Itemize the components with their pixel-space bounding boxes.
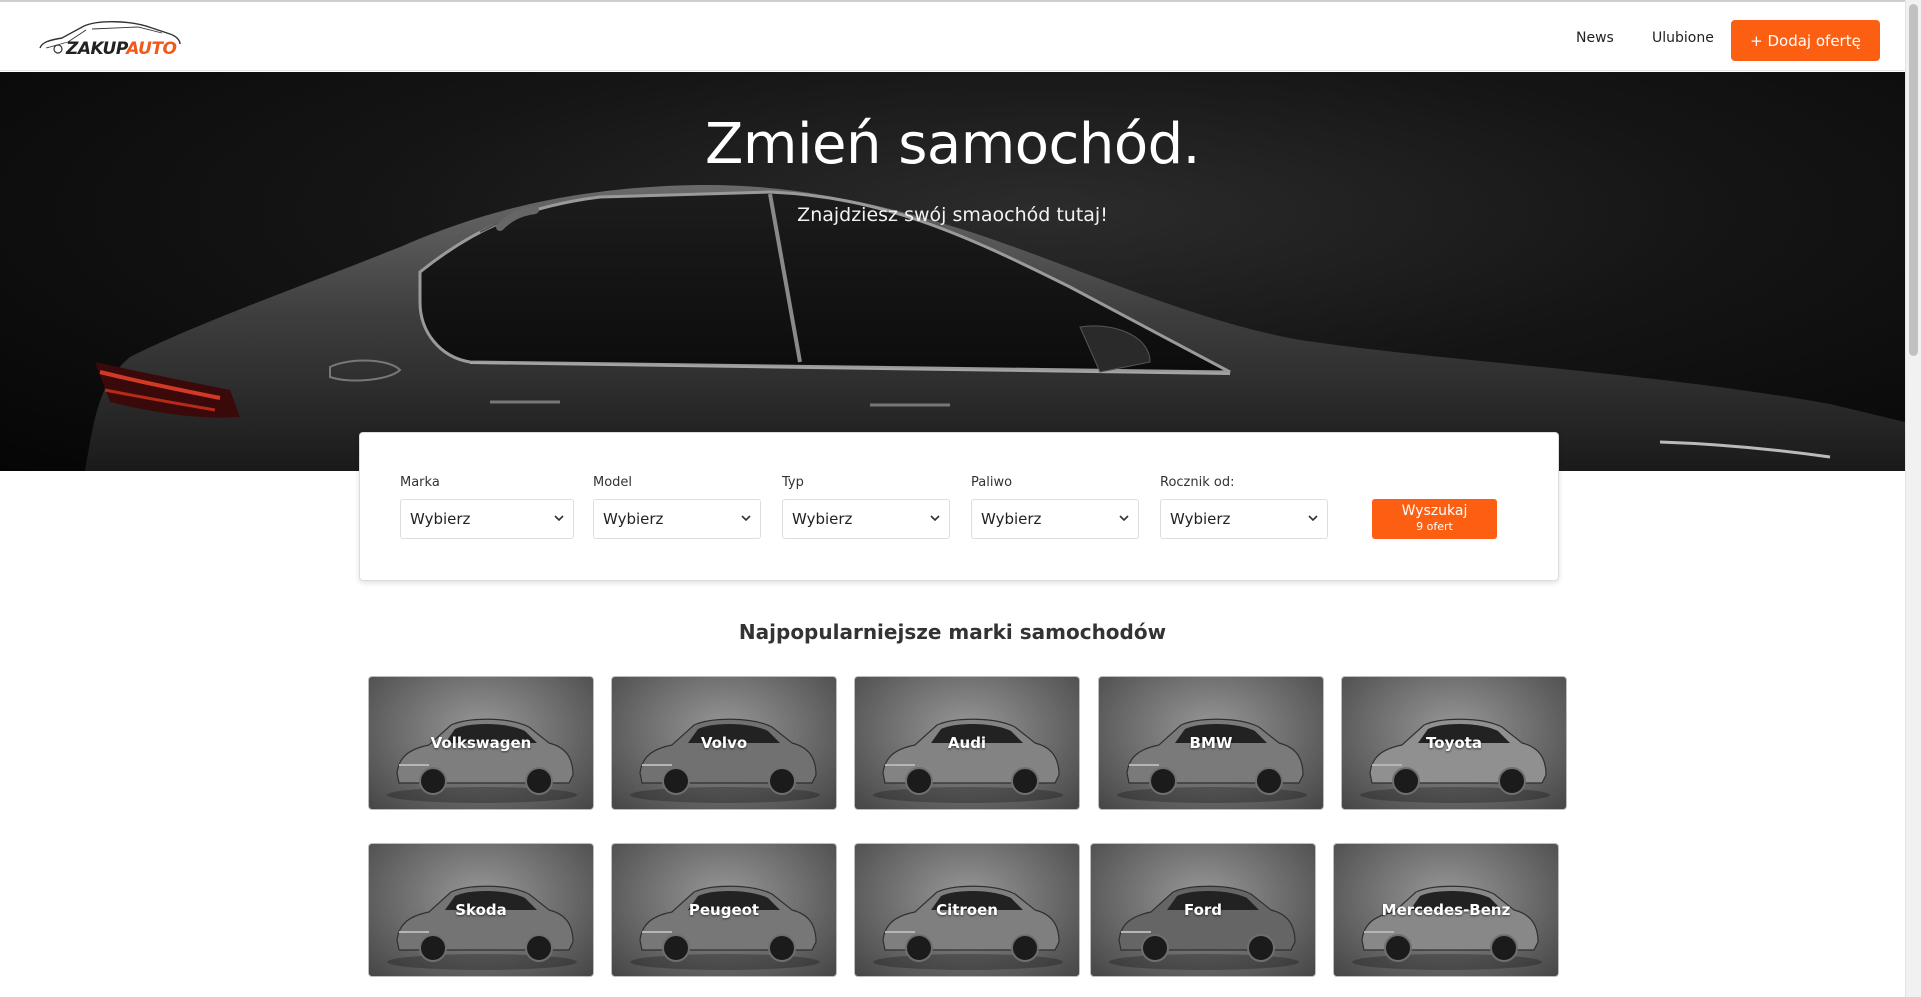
paliwo-select[interactable]: Wybierz: [971, 499, 1139, 539]
search-button[interactable]: Wyszukaj 9 ofert: [1372, 499, 1497, 539]
logo-text: ZAKUPAUTO: [66, 39, 177, 59]
add-offer-button[interactable]: + Dodaj ofertę: [1731, 20, 1880, 61]
brand-tile-mercedes-benz[interactable]: Mercedes-Benz: [1333, 843, 1559, 977]
brand-tile-skoda[interactable]: Skoda: [368, 843, 594, 977]
scrollbar-thumb[interactable]: [1909, 4, 1918, 356]
page-scrollbar[interactable]: [1905, 0, 1921, 997]
brand-tile-label: Volvo: [700, 734, 748, 752]
rocznik-select[interactable]: Wybierz: [1160, 499, 1328, 539]
site-logo[interactable]: ZAKUPAUTO: [38, 16, 188, 60]
hero-subtitle: Znajdziesz swój smaochód tutaj!: [797, 204, 1108, 226]
chevron-down-icon: [741, 515, 751, 522]
brand-tile-ford[interactable]: Ford: [1090, 843, 1316, 977]
rocznik-label: Rocznik od:: [1160, 475, 1235, 490]
hero-title: Zmień samochód.: [705, 112, 1200, 177]
brand-tile-label: Mercedes-Benz: [1381, 901, 1511, 919]
marka-select[interactable]: Wybierz: [400, 499, 574, 539]
brand-tile-label: Toyota: [1426, 734, 1482, 752]
brand-tile-label: BMW: [1189, 734, 1233, 752]
search-button-count: 9 ofert: [1416, 520, 1453, 533]
rocznik-select-value: Wybierz: [1170, 510, 1231, 528]
chevron-down-icon: [554, 515, 564, 522]
logo-text-part1: ZAKUP: [66, 39, 127, 59]
model-select[interactable]: Wybierz: [593, 499, 761, 539]
search-panel: Marka Wybierz Model Wybierz Typ Wybierz …: [359, 432, 1559, 581]
paliwo-label: Paliwo: [971, 475, 1013, 490]
nav-link-ulubione[interactable]: Ulubione: [1652, 30, 1714, 46]
chevron-down-icon: [1119, 515, 1129, 522]
chevron-down-icon: [930, 515, 940, 522]
brand-tile-label: Peugeot: [688, 901, 760, 919]
paliwo-select-value: Wybierz: [981, 510, 1042, 528]
typ-select-value: Wybierz: [792, 510, 853, 528]
typ-label: Typ: [782, 475, 804, 490]
brand-tile-audi[interactable]: Audi: [854, 676, 1080, 810]
search-button-label: Wyszukaj: [1401, 503, 1468, 519]
brand-tile-label: Audi: [947, 734, 987, 752]
brand-tile-citroen[interactable]: Citroen: [854, 843, 1080, 977]
brand-tile-label: Citroen: [936, 901, 998, 919]
typ-select[interactable]: Wybierz: [782, 499, 950, 539]
marka-label: Marka: [400, 475, 440, 490]
page-viewport: ZAKUPAUTO News Ulubione + Dodaj ofertę Z…: [0, 0, 1905, 997]
brand-tile-toyota[interactable]: Toyota: [1341, 676, 1567, 810]
brand-tile-label: Volkswagen: [430, 734, 532, 752]
logo-text-part2: AUTO: [126, 39, 177, 59]
model-select-value: Wybierz: [603, 510, 664, 528]
popular-brands-title: Najpopularniejsze marki samochodów: [738, 620, 1167, 644]
brand-tile-label: Skoda: [455, 901, 507, 919]
nav-link-news[interactable]: News: [1576, 30, 1614, 46]
brand-tile-bmw[interactable]: BMW: [1098, 676, 1324, 810]
brand-tile-peugeot[interactable]: Peugeot: [611, 843, 837, 977]
site-header: ZAKUPAUTO News Ulubione + Dodaj ofertę: [0, 2, 1905, 71]
hero-banner: Zmień samochód. Znajdziesz swój smaochód…: [0, 72, 1905, 471]
marka-select-value: Wybierz: [410, 510, 471, 528]
brand-tile-volkswagen[interactable]: Volkswagen: [368, 676, 594, 810]
chevron-down-icon: [1308, 515, 1318, 522]
brand-tile-label: Ford: [1183, 901, 1223, 919]
model-label: Model: [593, 475, 633, 490]
brand-tile-volvo[interactable]: Volvo: [611, 676, 837, 810]
